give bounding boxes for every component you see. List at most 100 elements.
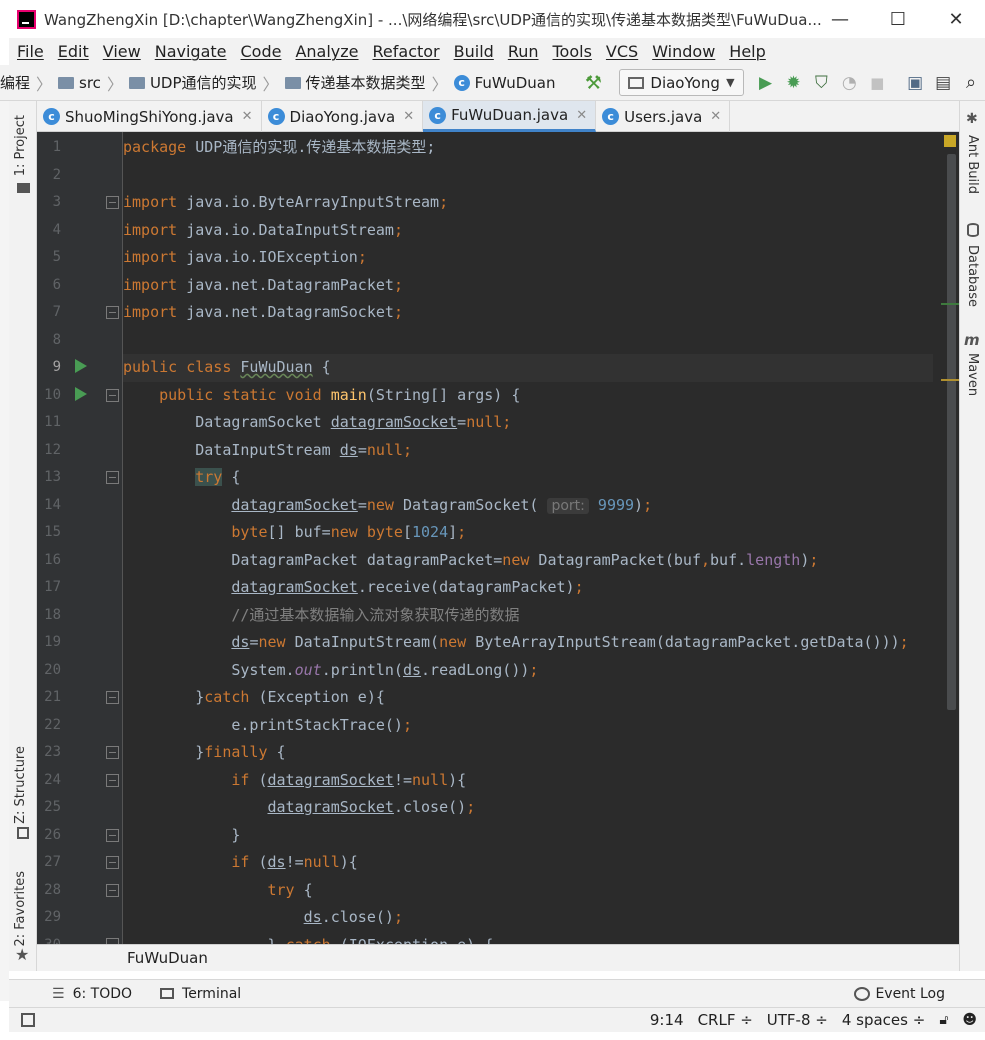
maven-tool-button[interactable]: Maven	[965, 353, 980, 396]
code-editor[interactable]: 1 2 3 4 5 6 7 8 9 10 11 12 13 14 15 16 17 18 19 20 21 22 23 24 2…	[37, 132, 959, 944]
menu-navigate[interactable]: Navigate	[155, 42, 227, 61]
scrollbar-thumb[interactable]	[947, 154, 956, 710]
inspection-status-icon[interactable]	[944, 135, 956, 147]
menu-edit[interactable]: Edit	[58, 42, 89, 61]
fold-icon[interactable]	[106, 856, 119, 869]
menu-view[interactable]: View	[103, 42, 141, 61]
tab-shuomingshiyong[interactable]: c ShuoMingShiYong.java ✕	[37, 101, 262, 132]
favorites-tool-button[interactable]: 2: Favorites	[13, 871, 28, 947]
code-line-16: DatagramPacket datagramPacket=new Datagr…	[123, 550, 819, 569]
database-tool-button[interactable]: Database	[965, 245, 980, 307]
line-number: 27	[44, 854, 61, 870]
line-number: 16	[44, 551, 61, 568]
debug-bug-icon[interactable]: ✹	[781, 70, 805, 96]
fold-icon[interactable]	[106, 774, 119, 787]
line-number: 11	[44, 414, 61, 430]
project-tool-button[interactable]: 1: Project	[13, 115, 28, 176]
encoding-selector[interactable]: UTF-8 ÷	[767, 1011, 828, 1029]
fold-icon[interactable]	[106, 389, 119, 402]
tab-fuwuduan[interactable]: c FuWuDuan.java ✕	[423, 101, 597, 132]
tab-diaoyong[interactable]: c DiaoYong.java ✕	[262, 101, 424, 132]
line-number: 28	[44, 881, 61, 898]
code-line-17: datagramSocket.receive(datagramPacket);	[231, 578, 584, 596]
warning-marker[interactable]	[941, 379, 959, 381]
menu-file[interactable]: File	[17, 42, 44, 61]
toggle-tool-windows-icon[interactable]	[21, 1013, 35, 1027]
chevron-right-icon: 〉	[36, 74, 53, 94]
terminal-tool-button[interactable]: Terminal	[160, 986, 241, 1002]
tab-users[interactable]: c Users.java ✕	[596, 101, 731, 132]
ant-build-tool-button[interactable]: Ant Build	[965, 135, 980, 194]
maximize-button[interactable]: ☐	[869, 0, 927, 38]
indent-selector[interactable]: 4 spaces ÷	[842, 1011, 925, 1029]
crumb-package-udp[interactable]: UDP通信的实现	[150, 72, 257, 93]
change-marker[interactable]	[941, 303, 959, 305]
fold-icon[interactable]	[106, 829, 119, 842]
inspector-icon[interactable]: ☻	[962, 1012, 977, 1028]
fold-icon[interactable]	[106, 471, 119, 484]
fold-icon[interactable]	[106, 691, 119, 704]
close-tab-icon[interactable]: ✕	[242, 109, 253, 124]
window-bottom-edge	[0, 1032, 985, 1040]
minimize-button[interactable]: —	[811, 0, 869, 38]
project-structure-icon[interactable]: ▣	[903, 70, 927, 96]
todo-tool-button[interactable]: ☰ 6: TODO	[52, 986, 132, 1002]
close-button[interactable]: ✕	[927, 0, 985, 38]
chevron-right-icon: 〉	[431, 74, 448, 94]
code-line-18: //通过基本数据输入流对象获取传递的数据	[123, 602, 933, 630]
code-line-22: e.printStackTrace();	[123, 715, 412, 734]
fold-icon[interactable]	[106, 884, 119, 897]
menu-refactor[interactable]: Refactor	[373, 42, 440, 61]
stop-icon[interactable]: ■	[865, 70, 889, 96]
run-class-icon[interactable]	[75, 359, 87, 373]
structure-tool-button[interactable]: Z: Structure	[13, 746, 28, 824]
code-area[interactable]: package UDP通信的实现.传递基本数据类型; import java.i…	[123, 132, 933, 944]
menu-analyze[interactable]: Analyze	[295, 42, 358, 61]
line-number: 24	[44, 771, 61, 788]
menu-build[interactable]: Build	[454, 42, 494, 61]
coverage-shield-icon[interactable]: ⛉	[809, 70, 833, 96]
search-icon[interactable]: ⌕	[959, 70, 983, 96]
editor-breadcrumb-footer[interactable]: FuWuDuan	[37, 944, 959, 971]
line-number: 8	[52, 331, 61, 348]
fold-icon[interactable]	[106, 746, 119, 759]
menu-tools[interactable]: Tools	[553, 42, 592, 61]
menu-code[interactable]: Code	[241, 42, 282, 61]
menu-vcs[interactable]: VCS	[606, 42, 638, 61]
terminal-label: Terminal	[182, 985, 242, 1002]
crumb-package-types[interactable]: 传递基本数据类型	[306, 72, 426, 93]
profile-icon[interactable]: ◔	[837, 70, 861, 96]
run-main-icon[interactable]	[75, 387, 87, 401]
code-line-7: import java.net.DatagramSocket;	[123, 303, 403, 321]
code-line-19: ds=new DataInputStream(new ByteArrayInpu…	[231, 633, 909, 651]
code-line-20: System.out.println(ds.readLong());	[123, 660, 539, 679]
line-number: 19	[44, 634, 61, 650]
crumb-project[interactable]: 编程	[0, 72, 30, 93]
run-config-selector[interactable]: DiaoYong ▼	[619, 69, 744, 96]
layout-icon[interactable]: ▤	[931, 70, 955, 96]
crumb-class[interactable]: FuWuDuan	[475, 74, 556, 92]
fold-icon[interactable]	[106, 306, 119, 319]
class-icon: c	[453, 74, 470, 91]
line-number: 18	[44, 606, 61, 623]
line-number: 12	[44, 441, 61, 458]
build-hammer-icon[interactable]: ⚒	[581, 70, 605, 96]
menu-help[interactable]: Help	[729, 42, 765, 61]
line-separator-selector[interactable]: CRLF ÷	[698, 1011, 753, 1029]
menu-window[interactable]: Window	[652, 42, 715, 61]
run-icon[interactable]: ▶	[754, 70, 778, 96]
crumb-src[interactable]: src	[79, 74, 101, 92]
event-log-button[interactable]: Event Log	[854, 986, 945, 1002]
lock-icon[interactable]: 🔓︎	[939, 1012, 948, 1028]
menu-run[interactable]: Run	[508, 42, 539, 61]
close-tab-icon[interactable]: ✕	[403, 109, 414, 124]
close-tab-icon[interactable]: ✕	[576, 108, 587, 123]
tab-label: DiaoYong.java	[289, 107, 396, 126]
editor-scrollbar[interactable]	[933, 132, 959, 944]
code-line-9: public class FuWuDuan {	[123, 354, 933, 382]
fold-icon[interactable]	[106, 196, 119, 209]
caret-position[interactable]: 9:14	[650, 1011, 684, 1029]
status-bar: 9:14 CRLF ÷ UTF-8 ÷ 4 spaces ÷ 🔓︎ ☻	[9, 1007, 985, 1032]
close-tab-icon[interactable]: ✕	[710, 109, 721, 124]
